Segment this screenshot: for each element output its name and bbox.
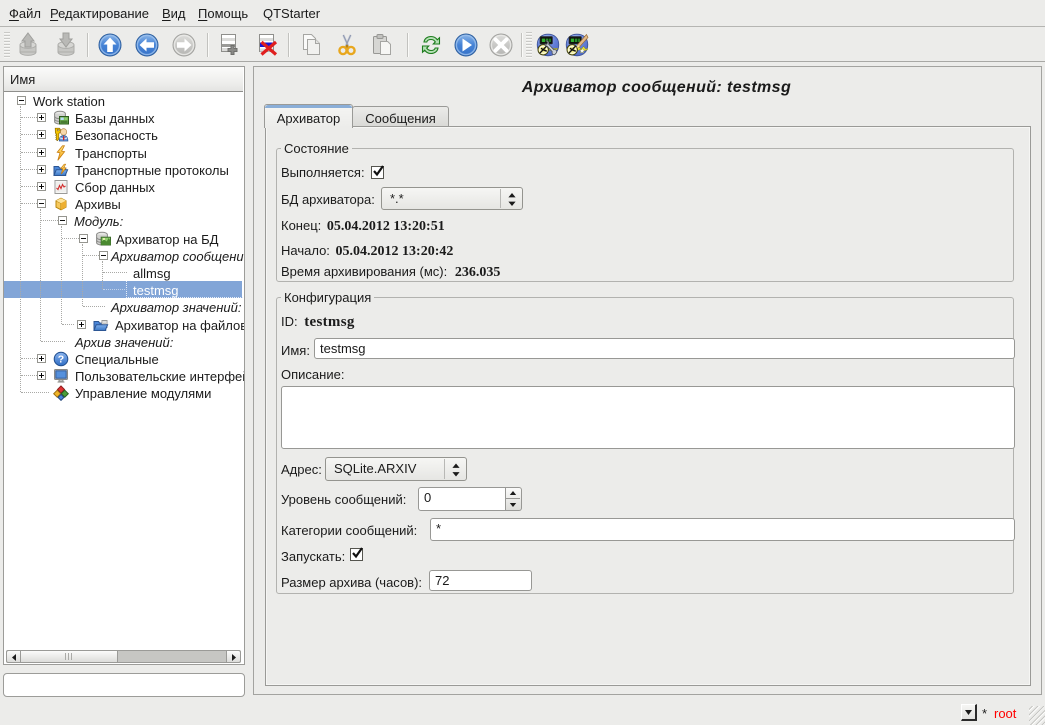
svg-text:?: ? xyxy=(58,354,64,366)
